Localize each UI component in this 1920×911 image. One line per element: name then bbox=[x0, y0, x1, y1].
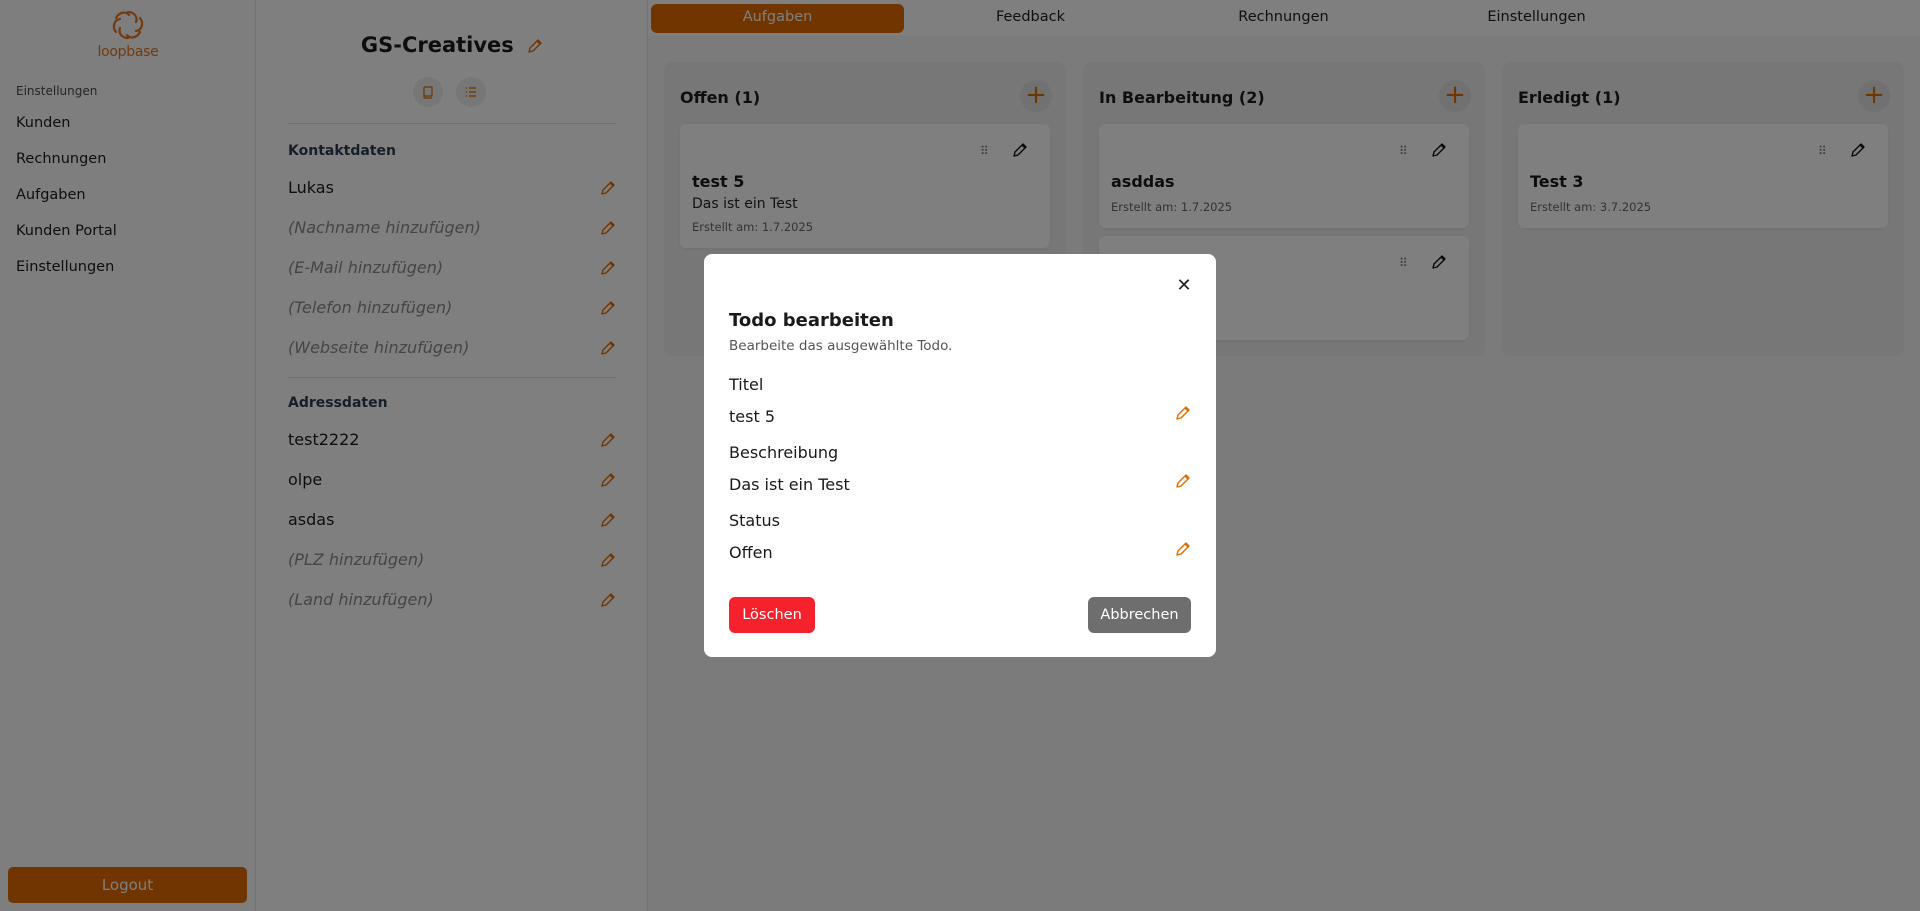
dialog-subtitle: Bearbeite das ausgewählte Todo. bbox=[729, 338, 953, 354]
pencil-icon[interactable] bbox=[1175, 405, 1191, 421]
field-value-titel[interactable]: test 5 bbox=[729, 407, 775, 426]
pencil-icon[interactable] bbox=[1175, 541, 1191, 557]
field-value-status[interactable]: Offen bbox=[729, 543, 773, 562]
close-icon[interactable]: ✕ bbox=[1176, 277, 1192, 295]
field-label-status: Status bbox=[729, 511, 780, 530]
cancel-button[interactable]: Abbrechen bbox=[1088, 597, 1191, 633]
field-label-beschreibung: Beschreibung bbox=[729, 443, 839, 462]
edit-todo-dialog: ✕ Todo bearbeiten Bearbeite das ausgewäh… bbox=[704, 254, 1216, 657]
delete-button[interactable]: Löschen bbox=[729, 597, 815, 633]
dialog-title: Todo bearbeiten bbox=[729, 310, 894, 331]
field-label-titel: Titel bbox=[729, 375, 764, 394]
field-value-beschreibung[interactable]: Das ist ein Test bbox=[729, 475, 850, 494]
pencil-icon[interactable] bbox=[1175, 473, 1191, 489]
